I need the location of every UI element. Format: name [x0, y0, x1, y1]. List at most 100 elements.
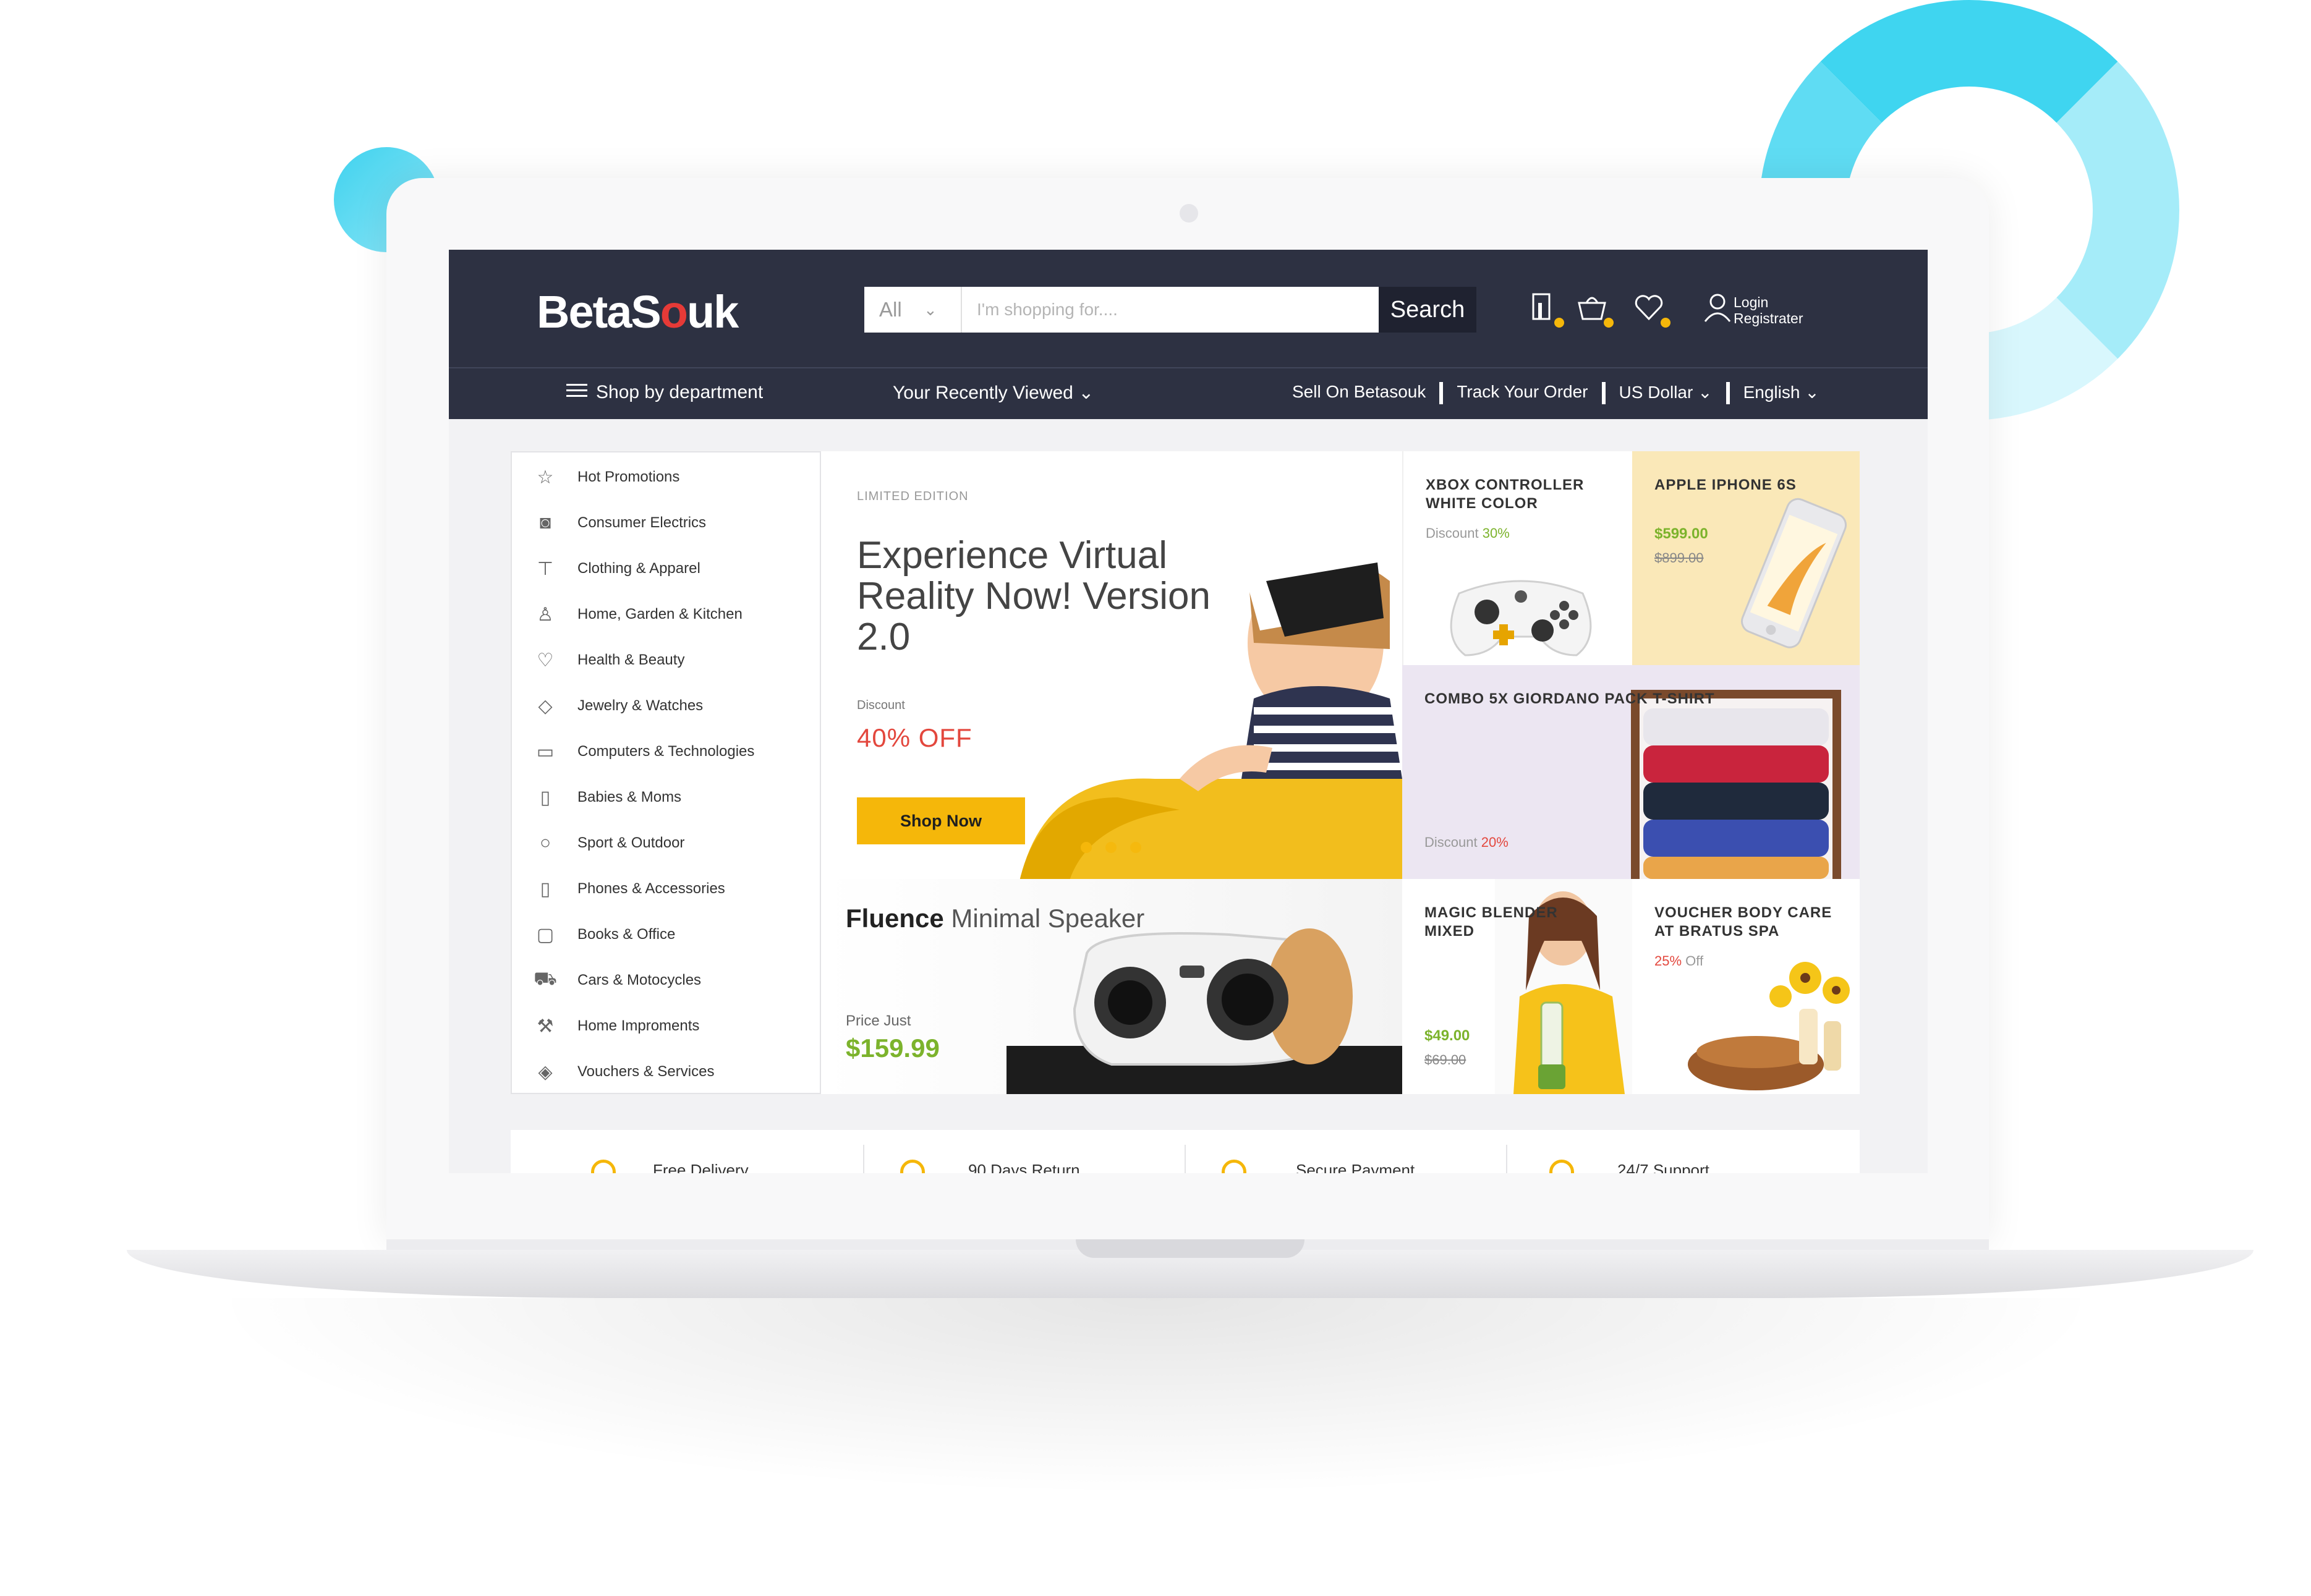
hero-discount-label: Discount [857, 698, 905, 712]
compare-icon[interactable] [1525, 289, 1564, 328]
diamond-icon: ◇ [538, 695, 553, 716]
feature-item: 90 Days Return [968, 1161, 1080, 1173]
divider [1601, 382, 1606, 404]
feature-item: 24/7 Support [1617, 1161, 1709, 1173]
tile-old-price: $899.00 [1654, 550, 1704, 566]
sidebar-item-home-garden[interactable]: ♙ Home, Garden & Kitchen [533, 596, 743, 633]
tile-title: XBOX CONTROLLER WHITE COLOR [1426, 477, 1585, 512]
iphone-image [1741, 498, 1847, 648]
tag-icon: ◈ [538, 1061, 553, 1082]
cart-icon[interactable] [1574, 289, 1614, 328]
hero-kicker: LIMITED EDITION [857, 490, 969, 503]
spa-products-image [1688, 962, 1850, 1090]
laptop-screen: BetaSouk All ⌄ Search [449, 250, 1928, 1173]
speaker-banner[interactable]: Fluence Minimal Speaker Price Just $159.… [821, 879, 1402, 1094]
sidebar-item-home-improvements[interactable]: ⚒ Home Improments [533, 1008, 700, 1045]
promo-tile-combo-tshirt[interactable]: COMBO 5X GIORDANO PACK T-SHIRT Discount … [1402, 665, 1860, 879]
main-content: ☆ Hot Promotions ◙ Consumer Electrics ⊤ Clo… [511, 451, 1860, 1094]
speaker-image [1007, 928, 1402, 1094]
feature-item: Free Delivery [653, 1161, 749, 1173]
chevron-down-icon: ⌄ [1078, 383, 1094, 403]
baby-bottle-icon: ▯ [540, 787, 551, 808]
sidebar-item-consumer-electrics[interactable]: ◙ Consumer Electrics [533, 504, 706, 541]
sidebar-item-clothing[interactable]: ⊤ Clothing & Apparel [533, 550, 700, 587]
laptop-notch [1076, 1239, 1304, 1258]
delivery-icon [591, 1160, 616, 1173]
hero-title: Experience Virtual Reality Now! Version … [857, 534, 1211, 658]
sidebar-item-cars[interactable]: ⛟ Cars & Motocycles [533, 962, 701, 999]
slider-dot[interactable] [1081, 842, 1092, 853]
site-logo[interactable]: BetaSouk [537, 286, 739, 338]
tile-title: VOUCHER BODY CARE AT BRATUS SPA [1654, 904, 1832, 940]
chevron-down-icon: ⌄ [924, 300, 937, 319]
slider-dot[interactable] [1105, 842, 1117, 853]
tile-title: COMBO 5X GIORDANO PACK T-SHIRT [1424, 690, 1715, 707]
promo-tile-iphone[interactable]: APPLE IPHONE 6S $599.00 $899.00 [1632, 451, 1860, 665]
recently-viewed-menu[interactable]: Your Recently Viewed ⌄ [893, 382, 1094, 404]
divider [863, 1145, 864, 1173]
divider [1506, 1145, 1507, 1173]
sidebar-item-phones[interactable]: ▯ Phones & Accessories [533, 870, 725, 907]
book-icon: ▢ [536, 924, 555, 945]
wrench-icon: ⚒ [537, 1016, 554, 1037]
user-icon [1700, 291, 1735, 325]
feature-item: Secure Payment [1296, 1161, 1415, 1173]
search-category-select[interactable]: All ⌄ [864, 287, 962, 333]
phone-icon: ▯ [540, 878, 551, 899]
hero-slider[interactable]: LIMITED EDITION Experience Virtual Reali… [821, 451, 1402, 879]
promo-tile-blender[interactable]: MAGIC BLENDER MIXED $49.00 $69.00 [1402, 879, 1632, 1094]
heart-icon[interactable] [1631, 289, 1670, 328]
xbox-controller-image [1450, 580, 1592, 656]
search-button[interactable]: Search [1379, 287, 1476, 333]
site-header: BetaSouk All ⌄ Search [449, 250, 1928, 367]
showcase-stage: BetaSouk All ⌄ Search [0, 0, 2311, 1596]
tile-title: MAGIC BLENDER MIXED [1424, 904, 1558, 940]
main-nav: Shop by department Your Recently Viewed … [449, 367, 1928, 419]
speaker-title: Fluence Minimal Speaker [846, 904, 1145, 933]
slider-dots [1081, 842, 1141, 853]
promo-tile-xbox[interactable]: XBOX CONTROLLER WHITE COLOR Discount 30% [1402, 451, 1632, 665]
payment-icon [1222, 1160, 1246, 1173]
car-icon: ⛟ [534, 969, 557, 989]
floor-shadow [204, 1298, 2108, 1496]
divider [1185, 1145, 1186, 1173]
camera-icon: ◙ [539, 512, 551, 533]
tile-discount: Discount 30% [1426, 525, 1510, 541]
slider-dot[interactable] [1130, 842, 1141, 853]
sidebar-item-babies[interactable]: ▯ Babies & Moms [533, 779, 681, 816]
hero-discount: 40% OFF [857, 723, 972, 752]
return-icon [900, 1160, 925, 1173]
heart-pulse-icon: ♡ [537, 650, 554, 671]
tile-old-price: $69.00 [1424, 1052, 1466, 1068]
tile-discount: 25% Off [1654, 953, 1704, 969]
sidebar-item-computers[interactable]: ▭ Computers & Technologies [533, 733, 755, 770]
sidebar-item-hot-promotions[interactable]: ☆ Hot Promotions [533, 459, 680, 496]
feature-strip: Free Delivery 90 Days Return Secure Paym… [511, 1130, 1860, 1173]
speaker-price-label: Price Just [846, 1012, 911, 1029]
divider [1439, 382, 1444, 404]
currency-select[interactable]: US Dollar ⌄ [1619, 382, 1713, 404]
language-select[interactable]: English ⌄ [1743, 382, 1819, 404]
sell-link[interactable]: Sell On Betasouk [1292, 382, 1426, 404]
divider [1726, 382, 1730, 404]
login-link[interactable]: Login [1734, 294, 1803, 310]
category-sidebar: ☆ Hot Promotions ◙ Consumer Electrics ⊤ Clo… [511, 451, 821, 1094]
promo-tile-spa-voucher[interactable]: VOUCHER BODY CARE AT BRATUS SPA 25% Off [1632, 879, 1860, 1094]
star-icon: ☆ [537, 467, 554, 488]
lamp-icon: ♙ [537, 604, 554, 625]
speaker-price: $159.99 [846, 1034, 940, 1063]
shop-now-button[interactable]: Shop Now [857, 797, 1025, 844]
track-order-link[interactable]: Track Your Order [1457, 382, 1588, 404]
tshirt-pack-image [1631, 690, 1841, 879]
sidebar-item-vouchers[interactable]: ◈ Vouchers & Services [533, 1053, 714, 1090]
sidebar-item-health-beauty[interactable]: ♡ Health & Beauty [533, 642, 685, 679]
sidebar-item-books[interactable]: ▢ Books & Office [533, 916, 675, 953]
search-input[interactable] [962, 287, 1379, 333]
monitor-icon: ▭ [536, 741, 555, 762]
shop-by-department-menu[interactable]: Shop by department [566, 382, 763, 404]
sidebar-item-jewelry[interactable]: ◇ Jewelry & Watches [533, 687, 703, 724]
sidebar-item-sport[interactable]: ○ Sport & Outdoor [533, 825, 685, 862]
ball-icon: ○ [539, 833, 551, 853]
register-link[interactable]: Registrater [1734, 310, 1803, 326]
laptop-camera [1180, 204, 1198, 223]
